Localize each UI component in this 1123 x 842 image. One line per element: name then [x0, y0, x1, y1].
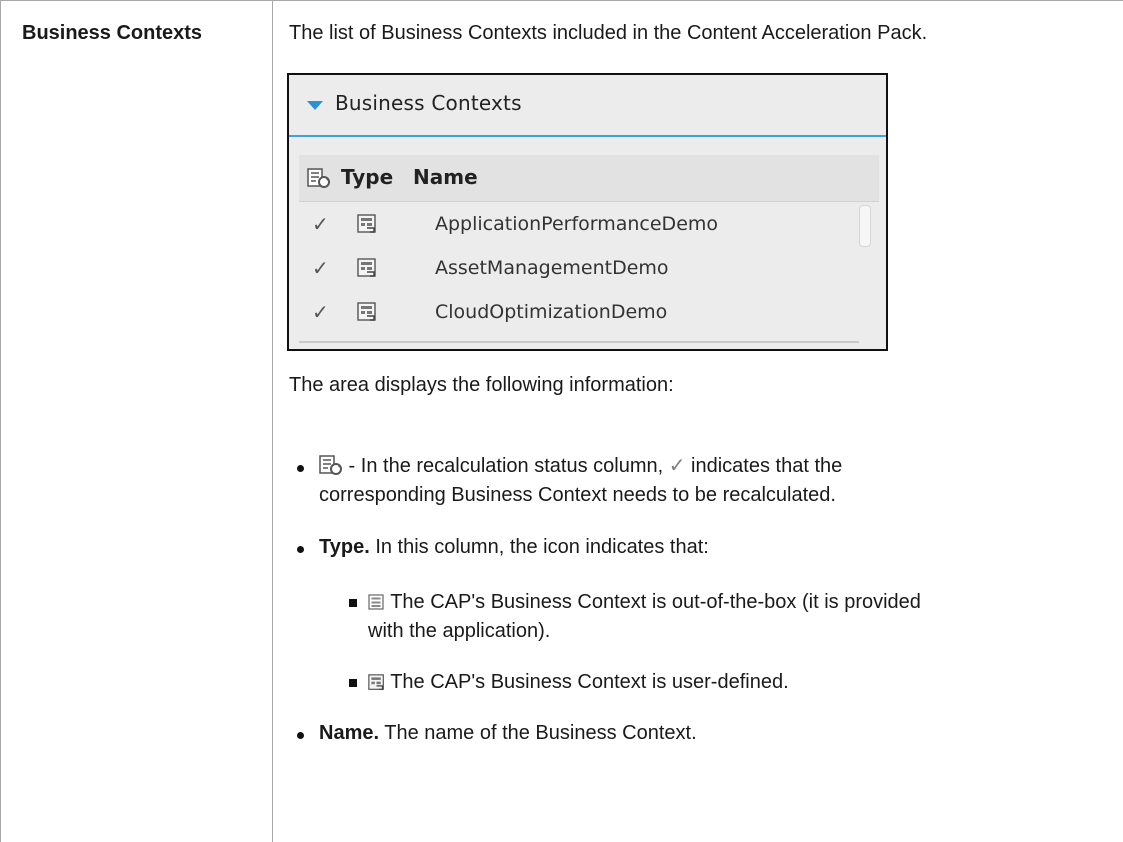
description-text: The list of Business Contexts included i… — [289, 22, 928, 44]
bullet-recalc-line1: - In the recalculation status column, ✓ … — [319, 453, 842, 479]
check-icon: ✓ — [312, 300, 329, 324]
column-header-type[interactable]: Type — [341, 165, 393, 189]
type-label: Type. — [319, 536, 370, 558]
sub-bullet-square — [349, 599, 357, 607]
type-text: In this column, the icon indicates that: — [369, 536, 709, 558]
panel-header-underline — [289, 135, 886, 137]
sub-bullet-oob-line1: The CAP's Business Context is out-of-the… — [368, 589, 921, 615]
grid-scrollbar[interactable] — [859, 205, 871, 247]
oob-text-line1: The CAP's Business Context is out-of-the… — [385, 591, 921, 613]
business-contexts-grid: Type Name ✓ ApplicationPerformanceDemo ✓ — [299, 155, 879, 343]
user-defined-context-icon — [368, 674, 384, 690]
column-header-name[interactable]: Name — [413, 165, 478, 189]
grid-bottom-rule — [299, 341, 859, 343]
business-context-name: AssetManagementDemo — [435, 257, 669, 279]
sub-bullet-oob-line2: with the application). — [368, 620, 551, 642]
bullet-name: Name. The name of the Business Context. — [319, 720, 697, 746]
recalculation-status-icon — [307, 168, 330, 188]
user-defined-context-icon — [357, 214, 376, 233]
check-icon: ✓ — [668, 455, 686, 477]
grid-header: Type Name — [299, 155, 879, 202]
name-label: Name. — [319, 722, 380, 744]
business-context-name: CloudOptimizationDemo — [435, 301, 668, 323]
recalc-text-lead: - In the recalculation status column, — [343, 455, 669, 477]
table-row[interactable]: ✓ AssetManagementDemo — [299, 247, 879, 291]
page: Business Contexts The list of Business C… — [0, 0, 1123, 842]
sub-bullet-user-defined: The CAP's Business Context is user-defin… — [368, 669, 789, 695]
panel-header: Business Contexts — [289, 75, 886, 135]
expand-arrow-icon — [307, 101, 323, 110]
term-cell: Business Contexts — [22, 22, 203, 44]
table-left-border — [0, 0, 1, 842]
table-row[interactable]: ✓ ApplicationPerformanceDemo — [299, 203, 879, 247]
check-icon: ✓ — [312, 256, 329, 280]
recalculation-status-icon — [319, 455, 342, 475]
intro-paragraph: The area displays the following informat… — [289, 374, 674, 396]
user-defined-context-icon — [357, 258, 376, 277]
bullet-recalc-line2: corresponding Business Context needs to … — [319, 484, 836, 506]
check-icon: ✓ — [312, 212, 329, 236]
user-defined-context-icon — [357, 302, 376, 321]
business-contexts-screenshot: Business Contexts Type Name ✓ Applicatio… — [287, 73, 888, 351]
user-defined-text: The CAP's Business Context is user-defin… — [385, 671, 789, 693]
bullet-dot — [297, 732, 304, 739]
recalc-text-rest: indicates that the — [685, 455, 843, 477]
table-top-border — [0, 0, 1123, 1]
table-column-divider — [272, 0, 273, 842]
name-text: The name of the Business Context. — [379, 722, 697, 744]
table-row[interactable]: ✓ CloudOptimizationDemo — [299, 291, 879, 335]
business-context-name: ApplicationPerformanceDemo — [435, 213, 719, 235]
bullet-dot — [297, 465, 304, 472]
panel-title: Business Contexts — [335, 91, 522, 115]
sub-bullet-square — [349, 679, 357, 687]
bullet-type: Type. In this column, the icon indicates… — [319, 534, 709, 560]
bullet-dot — [297, 546, 304, 553]
out-of-the-box-context-icon — [368, 594, 384, 610]
